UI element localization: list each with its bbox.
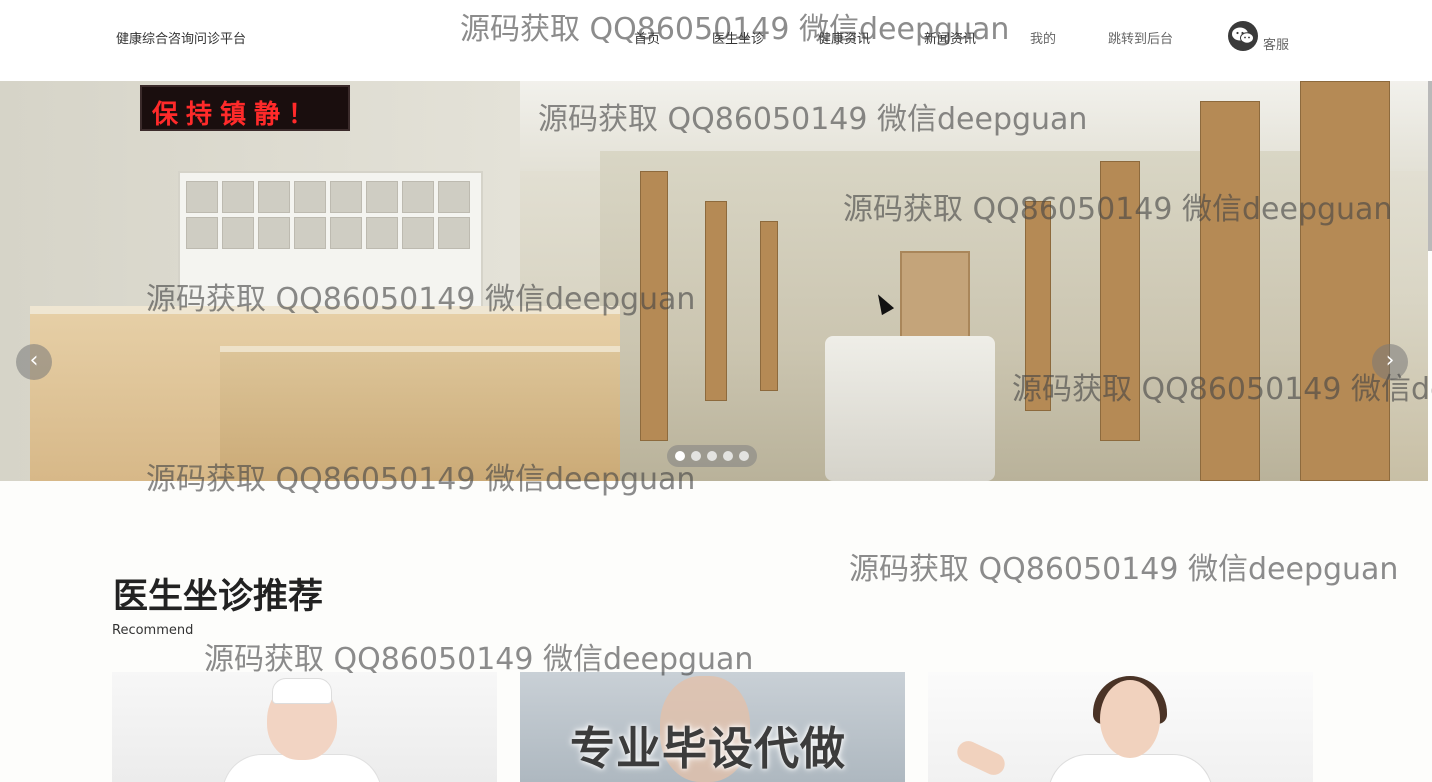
- nurse-cap: [272, 678, 332, 704]
- hero-carousel[interactable]: 保持镇静！ ‹ ›: [0, 81, 1428, 481]
- banner-door: [1100, 161, 1140, 441]
- card-overlay-text: 专业毕设代做: [570, 722, 847, 775]
- banner-door: [705, 201, 727, 401]
- banner-door: [1200, 101, 1260, 481]
- doctor-photo-body: [1048, 754, 1213, 782]
- main-nav: 首页 医生坐诊 健康资讯 新闻资讯 我的 跳转到后台: [0, 28, 1432, 48]
- customer-service-link[interactable]: 客服: [1228, 21, 1308, 53]
- section-subtitle: Recommend: [112, 623, 194, 638]
- banner-end-door: [900, 251, 970, 346]
- carousel-dot[interactable]: [723, 451, 733, 461]
- watermark-text: 源码获取 QQ86050149 微信deepguan: [849, 552, 1399, 587]
- nav-mine[interactable]: 我的: [1030, 28, 1056, 47]
- carousel-dot[interactable]: [675, 451, 685, 461]
- section-title: 医生坐诊推荐: [113, 577, 324, 617]
- nav-health-info[interactable]: 健康资讯: [818, 28, 870, 47]
- led-sign-text: 保持镇静！: [152, 100, 323, 130]
- carousel-dot[interactable]: [691, 451, 701, 461]
- banner-reception-desk: [220, 346, 620, 481]
- carousel-dot[interactable]: [739, 451, 749, 461]
- carousel-prev-button[interactable]: ‹: [16, 344, 52, 380]
- nav-news[interactable]: 新闻资讯: [924, 28, 976, 47]
- banner-waiting-chairs: [825, 336, 995, 481]
- carousel-indicators: [667, 445, 757, 467]
- carousel-next-button[interactable]: ›: [1372, 344, 1408, 380]
- banner-door: [760, 221, 778, 391]
- doctor-card[interactable]: 专业毕设代做: [520, 672, 905, 782]
- chevron-right-icon: ›: [1385, 348, 1395, 373]
- customer-service-label: 客服: [1263, 38, 1290, 53]
- doctor-card[interactable]: [112, 672, 497, 782]
- doctor-card[interactable]: [928, 672, 1313, 782]
- doctor-hand: [953, 737, 1009, 779]
- top-header: 健康综合咨询问诊平台 首页 医生坐诊 健康资讯 新闻资讯 我的 跳转到后台 客服: [0, 0, 1432, 81]
- carousel-dot[interactable]: [707, 451, 717, 461]
- nav-home[interactable]: 首页: [634, 28, 660, 47]
- banner-door: [1025, 201, 1051, 411]
- chevron-left-icon: ‹: [29, 348, 39, 373]
- banner-door: [640, 171, 668, 441]
- nav-admin[interactable]: 跳转到后台: [1108, 28, 1173, 47]
- led-sign: 保持镇静！: [140, 85, 350, 131]
- wechat-icon: [1228, 21, 1258, 51]
- nav-doctor-consult[interactable]: 医生坐诊: [712, 28, 764, 47]
- banner-door: [1300, 81, 1390, 481]
- doctor-photo-head: [1100, 680, 1160, 758]
- page-scrollbar[interactable]: [1428, 81, 1432, 251]
